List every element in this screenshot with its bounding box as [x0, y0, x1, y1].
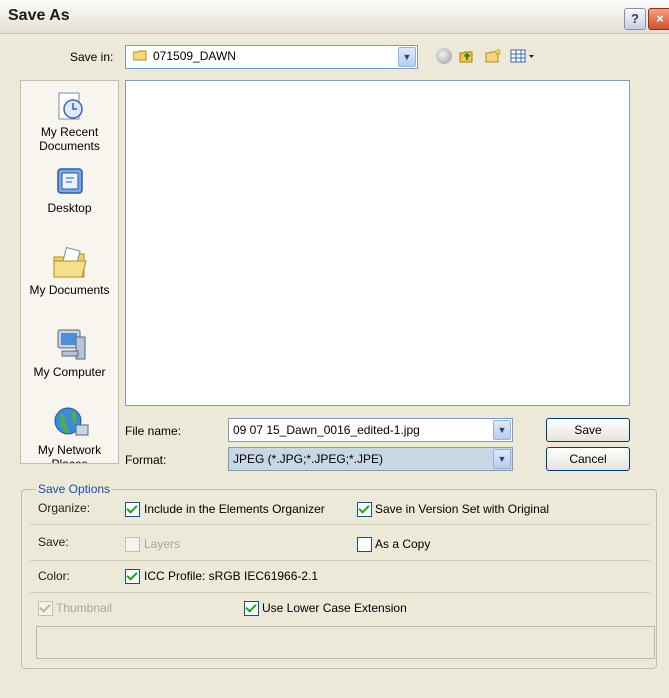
cancel-button[interactable]: Cancel: [546, 447, 630, 471]
recent-documents-icon: [58, 92, 83, 120]
divider: [30, 592, 650, 593]
save-label: Save:: [38, 535, 69, 549]
format-label: Format:: [125, 453, 167, 467]
include-organizer-text: Include in the Elements Organizer: [144, 502, 325, 516]
places-bar: My Recent Documents Desktop My Documents: [20, 80, 119, 464]
save-in-label: Save in:: [70, 50, 114, 64]
as-a-copy-checkbox[interactable]: [357, 537, 372, 552]
up-folder-icon[interactable]: [458, 48, 474, 64]
format-value: JPEG (*.JPG;*.JPEG;*.JPE): [233, 452, 384, 466]
save-as-dialog: Save As ? × Save in: 071509_DAWN ▼ My Re…: [0, 0, 669, 698]
place-desktop[interactable]: Desktop: [21, 167, 118, 215]
place-label: My Documents: [29, 283, 110, 297]
close-button[interactable]: ×: [648, 8, 669, 30]
place-label: My Recent Documents: [39, 125, 100, 153]
chevron-down-icon[interactable]: ▼: [398, 47, 416, 67]
layers-checkbox[interactable]: [125, 537, 140, 552]
place-label: My Network Places: [37, 443, 102, 464]
version-set-checkbox[interactable]: [357, 502, 372, 517]
file-list[interactable]: [125, 80, 630, 406]
organize-label: Organize:: [38, 501, 91, 515]
my-computer-icon: [57, 329, 85, 360]
place-label: Desktop: [47, 201, 92, 215]
save-button[interactable]: Save: [546, 418, 630, 442]
chevron-down-icon[interactable]: ▼: [493, 449, 511, 469]
new-folder-icon[interactable]: [484, 48, 502, 64]
help-button[interactable]: ?: [624, 8, 646, 30]
views-menu-icon[interactable]: [510, 48, 536, 64]
icc-profile-checkbox[interactable]: [125, 569, 140, 584]
thumbnail-text: Thumbnail: [56, 601, 113, 615]
title-bar[interactable]: Save As ? ×: [0, 0, 669, 34]
back-icon[interactable]: [436, 48, 452, 64]
divider: [30, 560, 650, 561]
file-name-value: 09 07 15_Dawn_0016_edited-1.jpg: [233, 423, 420, 437]
as-a-copy-text: As a Copy: [375, 537, 431, 551]
divider: [30, 524, 650, 525]
thumbnail-checkbox[interactable]: [38, 601, 53, 616]
network-places-icon: [54, 407, 88, 436]
save-in-dropdown[interactable]: 071509_DAWN ▼: [125, 45, 418, 69]
icc-profile-text: ICC Profile: sRGB IEC61966-2.1: [144, 569, 319, 583]
save-in-value: 071509_DAWN: [153, 49, 236, 63]
color-label: Color:: [38, 569, 71, 583]
my-documents-icon: [53, 246, 87, 278]
window-title: Save As: [8, 7, 70, 24]
folder-icon: [133, 50, 147, 61]
place-network-places[interactable]: My Network Places: [21, 405, 118, 464]
chevron-down-icon[interactable]: ▼: [493, 420, 511, 440]
format-dropdown[interactable]: JPEG (*.JPG;*.JPEG;*.JPE) ▼: [228, 447, 513, 471]
layers-text: Layers: [144, 537, 181, 551]
place-recent-documents[interactable]: My Recent Documents: [21, 87, 118, 153]
save-options-legend: Save Options: [36, 482, 113, 496]
lower-case-extension-checkbox[interactable]: [244, 601, 259, 616]
file-name-label: File name:: [125, 424, 182, 438]
file-name-input[interactable]: 09 07 15_Dawn_0016_edited-1.jpg ▼: [228, 418, 513, 442]
version-set-text: Save in Version Set with Original: [375, 502, 550, 516]
lower-case-extension-text: Use Lower Case Extension: [262, 601, 407, 615]
description-box: [36, 626, 655, 659]
desktop-icon: [56, 168, 83, 194]
place-label: My Computer: [33, 365, 106, 379]
include-organizer-checkbox[interactable]: [125, 502, 140, 517]
place-my-documents[interactable]: My Documents: [21, 245, 118, 297]
place-my-computer[interactable]: My Computer: [21, 327, 118, 379]
